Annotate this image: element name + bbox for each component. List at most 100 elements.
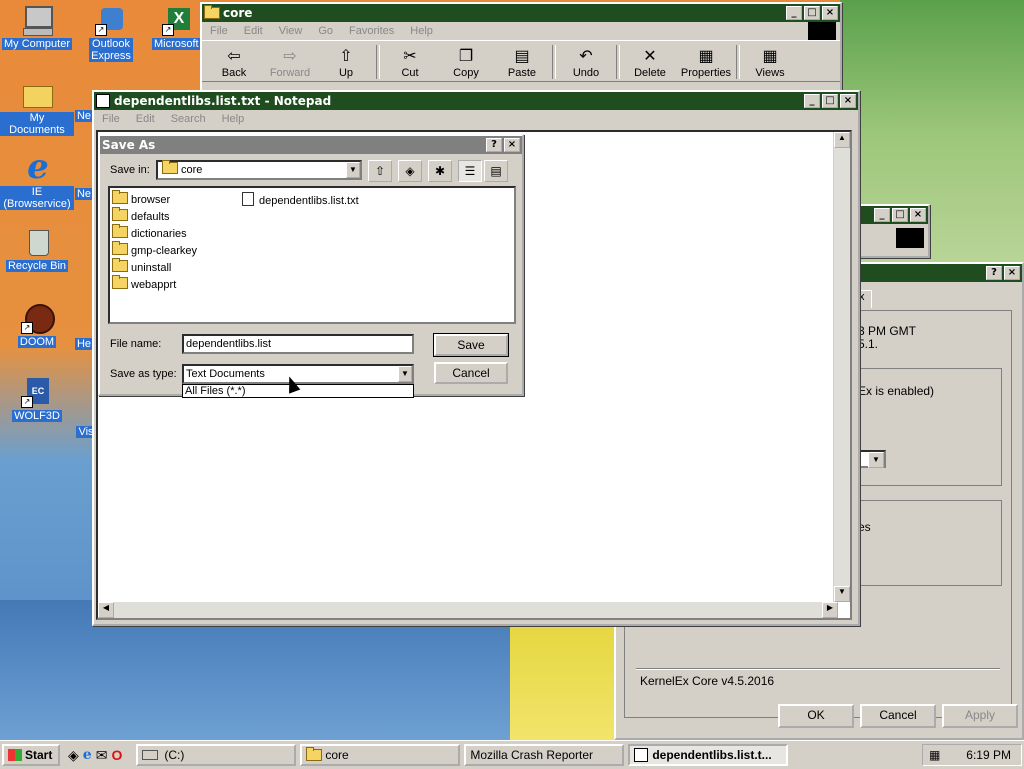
details-view-button[interactable]: ▤ xyxy=(484,160,508,182)
background-window-small[interactable]: _ □ × xyxy=(856,204,930,258)
desktop-icon-recycle-bin[interactable]: Recycle Bin xyxy=(0,226,74,272)
help-button[interactable]: ? xyxy=(486,138,502,152)
list-item[interactable]: dependentlibs.list.txt xyxy=(242,192,359,210)
menu-go[interactable]: Go xyxy=(310,25,341,37)
desktop-icon-partial-ne[interactable]: Ne xyxy=(74,110,94,122)
kernelex-line-1: 3 PM GMT xyxy=(858,324,917,338)
horizontal-scrollbar[interactable]: ◀ ▶ xyxy=(98,602,838,618)
close-button[interactable]: × xyxy=(840,94,856,108)
scroll-left-arrow-icon[interactable]: ◀ xyxy=(98,602,114,618)
menu-edit[interactable]: Edit xyxy=(236,25,271,37)
close-button[interactable]: × xyxy=(1004,266,1020,280)
cut-button[interactable]: ✂ Cut xyxy=(382,47,438,81)
menu-search[interactable]: Search xyxy=(163,113,214,125)
save-in-dropdown[interactable]: core ▼ xyxy=(156,160,362,180)
menu-favorites[interactable]: Favorites xyxy=(341,25,402,37)
scroll-down-arrow-icon[interactable]: ▼ xyxy=(834,586,850,602)
up-button[interactable]: ⇧ Up xyxy=(318,47,374,81)
list-item[interactable]: webapprt xyxy=(112,275,197,294)
vertical-scrollbar[interactable]: ▲ ▼ xyxy=(833,132,850,602)
minimize-button[interactable]: _ xyxy=(874,208,890,222)
menu-file[interactable]: File xyxy=(202,25,236,37)
explorer-window[interactable]: core _ □ × File Edit View Go Favorites H… xyxy=(200,2,842,98)
scheduler-icon[interactable]: ▦ xyxy=(929,748,940,762)
desktop-icon-my-computer[interactable]: My Computer xyxy=(0,4,74,50)
views-button[interactable]: ▦ Views xyxy=(742,47,798,81)
properties-icon: ▦ xyxy=(698,48,714,65)
savetype-dropdown[interactable]: Text Documents ▼ xyxy=(182,364,414,384)
savetype-option-label: All Files (*.*) xyxy=(185,385,246,397)
channels-icon[interactable]: ✉ xyxy=(96,747,108,764)
taskbar-item-c-drive[interactable]: (C:) xyxy=(136,744,297,766)
folder-icon xyxy=(112,275,128,289)
menu-file[interactable]: File xyxy=(94,113,128,125)
properties-button[interactable]: ▦ Properties xyxy=(678,47,734,81)
taskbar-item-notepad[interactable]: dependentlibs.list.t... xyxy=(628,744,789,766)
kernelex-dropdown[interactable]: ▼ xyxy=(856,450,886,468)
desktop-button[interactable]: ◈ xyxy=(398,160,422,182)
desktop-icon-partial-he[interactable]: He xyxy=(74,338,94,350)
list-item[interactable]: uninstall xyxy=(112,258,197,277)
undo-button[interactable]: ↶ Undo xyxy=(558,47,614,81)
desktop-icon-doom[interactable]: ↗ DOOM xyxy=(0,302,74,348)
file-list[interactable]: browser defaults dictionaries gmp-cleark… xyxy=(108,186,516,324)
close-button[interactable]: × xyxy=(822,6,838,20)
maximize-button[interactable]: □ xyxy=(822,94,838,108)
menu-help[interactable]: Help xyxy=(214,113,253,125)
notepad-icon xyxy=(96,94,110,108)
taskbar-item-core[interactable]: core xyxy=(300,744,461,766)
list-item[interactable]: defaults xyxy=(112,207,197,226)
filename-input[interactable] xyxy=(182,334,414,354)
toolbar-separator xyxy=(376,45,380,79)
scroll-right-arrow-icon[interactable]: ▶ xyxy=(822,602,838,618)
taskbar-item-crash-reporter[interactable]: Mozilla Crash Reporter xyxy=(464,744,625,766)
close-button[interactable]: × xyxy=(910,208,926,222)
apply-button[interactable]: Apply xyxy=(942,704,1018,728)
cancel-button[interactable]: Cancel xyxy=(434,362,508,384)
desktop-icon-excel[interactable]: X↗ Microsoft Excel xyxy=(148,4,208,53)
desktop-icon-label: DOOM xyxy=(17,336,57,348)
new-folder-button[interactable]: ✱ xyxy=(428,160,452,182)
list-view-button[interactable]: ☰ xyxy=(458,160,482,182)
close-button[interactable]: × xyxy=(504,138,520,152)
back-button[interactable]: ⇦ Back xyxy=(206,47,262,81)
start-button[interactable]: Start xyxy=(2,744,60,766)
desktop-icon-my-documents[interactable]: My Documents xyxy=(0,78,74,136)
desktop-icon-wolf3d[interactable]: EC ↗ WOLF3D xyxy=(0,376,74,422)
minimize-button[interactable]: _ xyxy=(786,6,802,20)
desktop-icon-label: My Documents xyxy=(0,112,74,136)
desktop-icon-partial-ne-2[interactable]: Ne xyxy=(74,188,94,200)
folder-name: webapprt xyxy=(131,279,177,291)
list-item[interactable]: dictionaries xyxy=(112,224,197,243)
delete-button[interactable]: ✕ Delete xyxy=(622,47,678,81)
list-item[interactable]: browser xyxy=(112,190,197,209)
opera-icon[interactable]: O xyxy=(111,747,122,764)
up-one-level-button[interactable]: ⇧ xyxy=(368,160,392,182)
save-button[interactable]: Save xyxy=(433,333,509,357)
chevron-down-icon[interactable]: ▼ xyxy=(346,162,360,178)
list-item[interactable]: gmp-clearkey xyxy=(112,241,197,260)
ie-quicklaunch-icon[interactable]: e xyxy=(83,747,92,764)
wolf3d-icon: EC ↗ xyxy=(21,376,53,408)
clock[interactable]: 6:19 PM xyxy=(966,748,1011,762)
paste-button[interactable]: ▤ Paste xyxy=(494,47,550,81)
desktop-icon-ie[interactable]: e IE (Browservice) xyxy=(0,150,74,210)
cancel-button[interactable]: Cancel xyxy=(860,704,936,728)
forward-button[interactable]: ⇨ Forward xyxy=(262,47,318,81)
scroll-up-arrow-icon[interactable]: ▲ xyxy=(834,132,850,148)
save-as-dialog[interactable]: Save As ? × Save in: core ▼ ⇧ ◈ ✱ ☰ ▤ br… xyxy=(98,134,524,398)
minimize-button[interactable]: _ xyxy=(804,94,820,108)
ok-button[interactable]: OK xyxy=(778,704,854,728)
savetype-value: Text Documents xyxy=(186,368,265,380)
undo-icon: ↶ xyxy=(579,48,593,65)
copy-button[interactable]: ❐ Copy xyxy=(438,47,494,81)
help-button[interactable]: ? xyxy=(986,266,1002,280)
maximize-button[interactable]: □ xyxy=(804,6,820,20)
maximize-button[interactable]: □ xyxy=(892,208,908,222)
desktop-icon-outlook-express[interactable]: ↗ Outlook Express xyxy=(74,4,148,62)
chevron-down-icon[interactable]: ▼ xyxy=(398,366,412,382)
menu-view[interactable]: View xyxy=(271,25,311,37)
show-desktop-icon[interactable]: ◈ xyxy=(68,747,79,764)
menu-edit[interactable]: Edit xyxy=(128,113,163,125)
menu-help[interactable]: Help xyxy=(402,25,441,37)
